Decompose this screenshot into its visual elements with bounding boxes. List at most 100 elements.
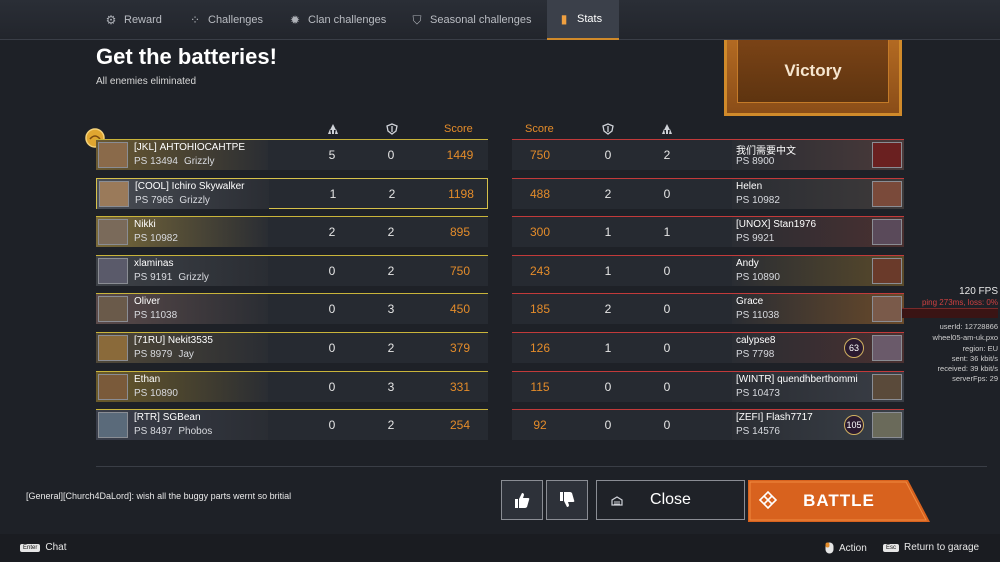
player-deaths: 2 <box>387 418 395 433</box>
left-team-row[interactable]: Nikki PS 10982 2 2 895 <box>96 216 488 248</box>
right-team-row[interactable]: 488 2 0 Helen PS 10982 <box>512 177 904 209</box>
seasonal-icon: ⛉ <box>412 12 422 27</box>
action-hint[interactable]: Action <box>825 542 867 554</box>
battle-button[interactable]: BATTLE <box>748 480 930 522</box>
tab-label: Stats <box>577 13 603 25</box>
player-kills: 2 <box>663 148 671 162</box>
player-ps: PS 13494 Grizzly <box>134 156 215 167</box>
right-team-row[interactable]: 115 0 0 [WINTR] quendhberthommi PS 10473 <box>512 370 904 402</box>
divider <box>96 466 987 467</box>
right-team-row[interactable]: 750 0 2 我们需要中文 PS 8900 <box>512 139 904 170</box>
player-deaths: 2 <box>388 186 396 201</box>
player-power-score: PS 10982 <box>134 233 178 245</box>
kills-icon <box>662 124 672 134</box>
right-team-row[interactable]: 243 1 0 Andy PS 10890 <box>512 254 904 286</box>
player-plate: [WINTR] quendhberthommi PS 10473 <box>732 371 904 402</box>
player-ps: PS 8497 Phobos <box>134 426 212 437</box>
player-score: 331 <box>449 379 471 394</box>
player-clan: Jay <box>178 349 194 360</box>
left-team-row[interactable]: Ethan PS 10890 0 3 331 <box>96 370 488 402</box>
player-deaths: 0 <box>604 148 612 162</box>
player-power-score: PS 11038 <box>736 310 780 322</box>
left-team-row[interactable]: [RTR] SGBean PS 8497 Phobos 0 2 254 <box>96 409 488 441</box>
player-plate: [COOL] Ichiro Skywalker PS 7965 Grizzly <box>97 178 269 209</box>
server-name: wheel05-am-uk.pxo <box>932 333 998 342</box>
player-kills: 1 <box>663 225 671 240</box>
player-score: 488 <box>529 186 551 201</box>
left-team-row[interactable]: [71RU] Nekit3535 PS 8979 Jay 0 2 379 <box>96 332 488 363</box>
player-score: 126 <box>529 341 551 355</box>
stats-icon: ▮ <box>560 12 568 26</box>
clan-icon: ✹ <box>289 13 301 27</box>
page-subtitle: All enemies eliminated <box>96 76 197 87</box>
player-score: 254 <box>449 418 471 433</box>
player-name: Nikki <box>134 219 156 231</box>
close-button[interactable]: Close <box>596 480 745 520</box>
player-plate: [UNOX] Stan1976 PS 9921 <box>732 217 904 248</box>
tab-label: Clan challenges <box>308 14 387 26</box>
player-power-score: PS 8979 <box>134 349 173 360</box>
player-score: 379 <box>449 341 471 355</box>
player-ps: PS 10890 <box>134 388 178 399</box>
player-power-score: PS 13494 <box>134 156 178 167</box>
chat-hint-label: Chat <box>45 542 67 553</box>
tab-label: Seasonal challenges <box>430 14 532 26</box>
chat-hint[interactable]: Enter Chat <box>20 542 66 553</box>
player-deaths: 2 <box>387 225 395 240</box>
right-team-row[interactable]: 300 1 1 [UNOX] Stan1976 PS 9921 <box>512 216 904 248</box>
player-avatar <box>98 257 128 284</box>
player-avatar <box>99 180 129 207</box>
left-team-row[interactable]: xlaminas PS 9191 Grizzly 0 2 750 <box>96 254 488 286</box>
player-clan: Phobos <box>178 426 213 438</box>
player-score: 750 <box>449 263 471 278</box>
player-plate: Ethan PS 10890 <box>96 371 268 402</box>
player-kills: 0 <box>663 341 671 355</box>
player-ps: PS 8979 Jay <box>134 349 194 360</box>
tab-challenges[interactable]: ⁘ Challenges <box>178 0 273 40</box>
player-ps: PS 7965 Grizzly <box>135 195 210 206</box>
received-rate: received: 39 kbit/s <box>937 364 998 373</box>
player-score: 115 <box>530 379 550 394</box>
player-avatar <box>98 219 128 246</box>
player-avatar <box>872 412 902 439</box>
player-plate: [71RU] Nekit3535 PS 8979 Jay <box>96 333 268 363</box>
tab-reward[interactable]: ⚙ Reward <box>94 0 172 40</box>
player-plate: Helen PS 10982 <box>732 178 904 209</box>
player-power-score: PS 9921 <box>736 233 775 245</box>
tab-stats[interactable]: ▮ Stats <box>547 0 619 40</box>
player-plate: Oliver PS 11038 <box>96 294 268 325</box>
return-garage-hint[interactable]: Esc Return to garage <box>883 542 979 553</box>
like-button[interactable] <box>501 480 543 520</box>
thumbs-down-icon <box>560 492 575 507</box>
player-avatar <box>98 412 128 439</box>
right-team-row[interactable]: 126 1 0 calypse8 PS 7798 63 <box>512 332 904 363</box>
tab-seasonal-challenges[interactable]: ⛉ Seasonal challenges <box>400 0 542 40</box>
dislike-button[interactable] <box>546 480 588 520</box>
top-tab-bar: ⚙ Reward ⁘ Challenges ✹ Clan challenges … <box>0 0 1000 40</box>
player-name: Oliver <box>134 296 161 308</box>
right-team-row[interactable]: 92 0 0 [ZEFI] Flash7717 PS 14576 105 <box>512 409 904 441</box>
player-deaths: 2 <box>604 302 612 317</box>
tab-clan-challenges[interactable]: ✹ Clan challenges <box>278 0 396 40</box>
garage-icon <box>611 496 623 506</box>
player-power-score: PS 10982 <box>736 194 780 206</box>
player-avatar <box>98 373 128 400</box>
player-kills: 1 <box>329 186 337 201</box>
right-team-row[interactable]: 185 2 0 Grace PS 11038 <box>512 293 904 325</box>
tab-label: Challenges <box>208 14 264 26</box>
player-name: [ZEFI] Flash7717 <box>736 412 813 424</box>
player-name: Ethan <box>134 373 161 385</box>
page-title: Get the batteries! <box>96 44 277 69</box>
player-kills: 2 <box>328 225 336 240</box>
player-kills: 0 <box>328 302 336 317</box>
player-name: Andy <box>736 257 759 269</box>
victory-banner: Victory <box>724 40 902 116</box>
region: region: EU <box>962 344 998 353</box>
left-team-row[interactable]: [COOL] Ichiro Skywalker PS 7965 Grizzly 1 2 1… <box>96 177 488 209</box>
left-team-row[interactable]: [JKL] АНТОНІОСАНТРЕ PS 13494 Grizzly 5 0 1449 <box>96 139 488 170</box>
player-kills: 0 <box>328 341 336 355</box>
player-avatar <box>98 335 128 361</box>
player-power-score: PS 7965 <box>135 194 174 206</box>
left-team-row[interactable]: Oliver PS 11038 0 3 450 <box>96 293 488 325</box>
player-kills: 0 <box>663 418 671 433</box>
